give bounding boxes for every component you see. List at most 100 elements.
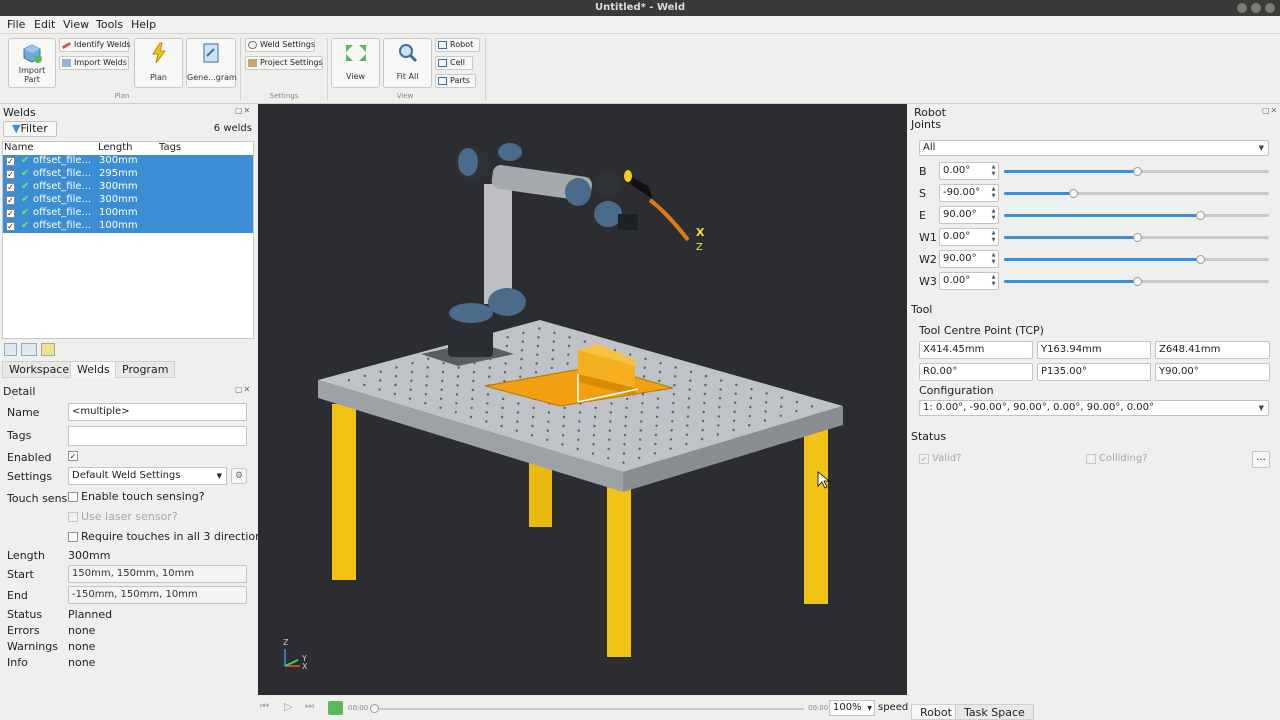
joint-value-field[interactable]: 0.00° ▲ ▼ bbox=[939, 162, 999, 180]
panel-float-close-icon[interactable]: ▢✕ bbox=[1262, 106, 1278, 115]
laser-sensor-checkbox[interactable] bbox=[68, 512, 78, 522]
spinner-arrows-icon[interactable]: ▲ ▼ bbox=[990, 208, 997, 222]
configuration-dropdown[interactable]: 1: 0.00°, -90.00°, 90.00°, 0.00°, 90.00°… bbox=[919, 400, 1269, 416]
row-enabled-checkbox[interactable]: ✓ bbox=[6, 183, 15, 192]
menu-edit[interactable]: Edit bbox=[34, 18, 55, 31]
lightning-small-icon[interactable] bbox=[41, 343, 55, 356]
spinner-arrows-icon[interactable]: ▲ ▼ bbox=[990, 164, 997, 178]
joint-value-field[interactable]: 90.00° ▲ ▼ bbox=[939, 206, 999, 224]
menu-view[interactable]: View bbox=[63, 18, 89, 31]
panel-float-close-icon[interactable]: ▢✕ bbox=[235, 106, 251, 115]
view-button[interactable]: View bbox=[331, 38, 380, 88]
identify-welds-button[interactable]: Identify Welds bbox=[59, 38, 131, 52]
table-row[interactable]: ✓ ✔ offset_file... 100mm bbox=[3, 207, 253, 220]
table-row[interactable]: ✓ ✔ offset_file... 300mm bbox=[3, 194, 253, 207]
joint-value-field[interactable]: 90.00° ▲ ▼ bbox=[939, 250, 999, 268]
joints-filter-dropdown[interactable]: All ▼ bbox=[919, 140, 1269, 156]
row-enabled-checkbox[interactable]: ✓ bbox=[6, 157, 15, 166]
row-enabled-checkbox[interactable]: ✓ bbox=[6, 209, 15, 218]
tcp-x-field[interactable]: X414.45mm bbox=[919, 341, 1033, 359]
timeline-track[interactable] bbox=[374, 708, 804, 710]
column-header-tags[interactable]: Tags bbox=[159, 142, 181, 155]
settings-edit-button[interactable]: ⚙ bbox=[231, 468, 247, 484]
cell-view-button[interactable]: Cell bbox=[435, 56, 473, 70]
status-more-button[interactable]: ... bbox=[1252, 451, 1270, 468]
tab-program[interactable]: Program bbox=[115, 361, 176, 378]
touch-sensing-checkbox[interactable] bbox=[68, 492, 78, 502]
table-row[interactable]: ✓ ✔ offset_file... 100mm bbox=[3, 220, 253, 233]
spinner-arrows-icon[interactable]: ▲ ▼ bbox=[990, 230, 997, 244]
skip-forward-icon[interactable]: ⏭ bbox=[305, 701, 314, 712]
row-enabled-checkbox[interactable]: ✓ bbox=[6, 196, 15, 205]
joint-slider-handle[interactable] bbox=[1132, 277, 1142, 286]
name-field[interactable]: <multiple> bbox=[68, 403, 247, 421]
fit-all-button[interactable]: Fit All bbox=[383, 38, 432, 88]
tcp-z-field[interactable]: Z648.41mm bbox=[1155, 341, 1270, 359]
joint-slider-handle[interactable] bbox=[1196, 255, 1206, 264]
zoom-select[interactable]: 100% ▼ bbox=[829, 700, 875, 716]
table-row[interactable]: ✓ ✔ offset_file... 300mm bbox=[3, 181, 253, 194]
table-leg bbox=[804, 422, 828, 604]
tags-field[interactable] bbox=[68, 426, 247, 446]
collapse-icon[interactable] bbox=[4, 343, 17, 356]
spinner-arrows-icon[interactable]: ▲ ▼ bbox=[990, 274, 997, 288]
parts-view-button[interactable]: Parts bbox=[435, 74, 476, 88]
table-row[interactable]: ✓ ✔ offset_file... 300mm bbox=[3, 155, 253, 168]
project-settings-button[interactable]: Project Settings bbox=[245, 56, 323, 70]
generate-program-button[interactable]: Gene...gram bbox=[186, 38, 237, 88]
joint-value-field[interactable]: -90.00° ▲ ▼ bbox=[939, 184, 999, 202]
tab-workspace[interactable]: Workspace bbox=[2, 361, 77, 378]
tcp-y-field[interactable]: Y163.94mm bbox=[1037, 341, 1151, 359]
menu-help[interactable]: Help bbox=[131, 18, 156, 31]
menu-tools[interactable]: Tools bbox=[96, 18, 123, 31]
loop-icon[interactable] bbox=[328, 701, 343, 715]
end-field[interactable]: -150mm, 150mm, 10mm bbox=[68, 586, 247, 604]
joint-slider[interactable] bbox=[1004, 211, 1269, 220]
tcp-pitch-field[interactable]: P135.00° bbox=[1037, 363, 1151, 381]
column-header-name[interactable]: Name bbox=[4, 142, 34, 155]
joint-slider-handle[interactable] bbox=[1196, 211, 1206, 220]
joint-slider[interactable] bbox=[1004, 189, 1269, 198]
play-icon[interactable]: ▷ bbox=[284, 700, 292, 713]
skip-back-icon[interactable]: ⏮ bbox=[260, 701, 269, 712]
joint-slider[interactable] bbox=[1004, 255, 1269, 264]
tab-task-space[interactable]: Task Space bbox=[955, 704, 1034, 720]
require-touches-checkbox[interactable] bbox=[68, 532, 78, 542]
tcp-yaw-field[interactable]: Y90.00° bbox=[1155, 363, 1270, 381]
weld-settings-button[interactable]: Weld Settings bbox=[245, 38, 315, 52]
joint-slider-handle[interactable] bbox=[1132, 167, 1142, 176]
row-enabled-checkbox[interactable]: ✓ bbox=[6, 170, 15, 179]
maximize-button[interactable] bbox=[1251, 3, 1261, 13]
plan-button[interactable]: Plan bbox=[134, 38, 183, 88]
tcp-roll-field[interactable]: R0.00° bbox=[919, 363, 1033, 381]
robot-view-button[interactable]: Robot bbox=[435, 38, 480, 52]
tab-robot[interactable]: Robot bbox=[911, 704, 961, 720]
tab-welds[interactable]: Welds bbox=[70, 361, 117, 378]
import-welds-button[interactable]: Import Welds bbox=[59, 56, 129, 70]
panel-float-close-icon[interactable]: ▢✕ bbox=[235, 385, 251, 394]
start-field[interactable]: 150mm, 150mm, 10mm bbox=[68, 565, 247, 583]
sort-icon[interactable] bbox=[21, 343, 37, 356]
enabled-checkbox[interactable]: ✓ bbox=[68, 451, 78, 461]
joint-value-field[interactable]: 0.00° ▲ ▼ bbox=[939, 272, 999, 290]
table-row[interactable]: ✓ ✔ offset_file... 295mm bbox=[3, 168, 253, 181]
close-window-button[interactable] bbox=[1265, 3, 1275, 13]
joint-slider[interactable] bbox=[1004, 277, 1269, 286]
3d-viewport[interactable]: X Z Z X Y bbox=[258, 104, 907, 695]
joint-slider[interactable] bbox=[1004, 167, 1269, 176]
timeline-handle[interactable] bbox=[370, 704, 379, 713]
spinner-arrows-icon[interactable]: ▲ ▼ bbox=[990, 186, 997, 200]
row-enabled-checkbox[interactable]: ✓ bbox=[6, 222, 15, 231]
import-part-button[interactable]: Import Part bbox=[8, 38, 56, 88]
table-hole bbox=[623, 433, 627, 437]
spinner-arrows-icon[interactable]: ▲ ▼ bbox=[990, 252, 997, 266]
joint-slider-handle[interactable] bbox=[1068, 189, 1078, 198]
settings-dropdown[interactable]: Default Weld Settings ▼ bbox=[68, 467, 227, 485]
column-header-length[interactable]: Length bbox=[98, 142, 133, 155]
joint-slider[interactable] bbox=[1004, 233, 1269, 242]
filter-button[interactable]: ▼Filter bbox=[3, 121, 57, 137]
joint-value-field[interactable]: 0.00° ▲ ▼ bbox=[939, 228, 999, 246]
minimize-button[interactable] bbox=[1237, 3, 1247, 13]
joint-slider-handle[interactable] bbox=[1132, 233, 1142, 242]
menu-file[interactable]: File bbox=[7, 18, 25, 31]
